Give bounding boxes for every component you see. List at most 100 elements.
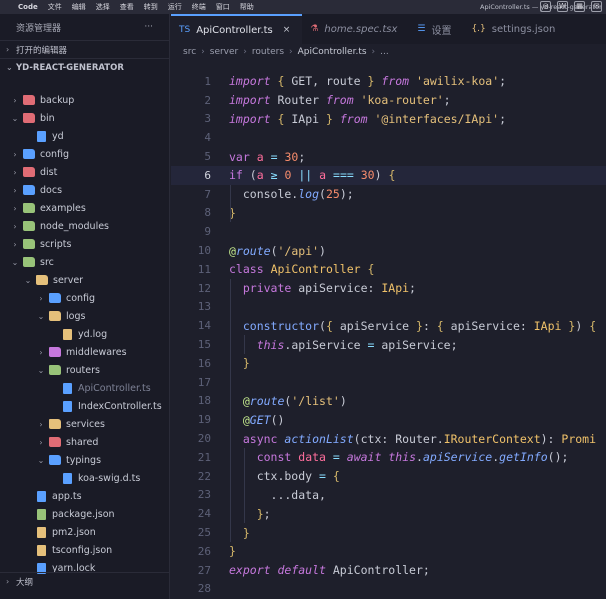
code-line[interactable]: 27 export default ApiController; — [171, 561, 606, 580]
tree-folder[interactable]: › config — [0, 145, 170, 163]
tree-file[interactable]: IndexController.ts — [0, 397, 170, 415]
code-line[interactable]: 7 console.log(25); — [171, 185, 606, 204]
code-line[interactable]: 21 const data = await this.apiService.ge… — [171, 448, 606, 467]
tree-folder[interactable]: › docs — [0, 181, 170, 199]
tree-file[interactable]: yd — [0, 127, 170, 145]
code-line[interactable]: 9 — [171, 222, 606, 241]
close-icon[interactable]: × — [283, 25, 291, 35]
code-line[interactable]: 4 — [171, 128, 606, 147]
code-line[interactable]: 5 var a = 30; — [171, 147, 606, 166]
tree-folder[interactable]: › backup — [0, 91, 170, 109]
tab-settings-json[interactable]: {.} settings.json — [463, 14, 567, 44]
code-line[interactable]: 18 @route('/list') — [171, 392, 606, 411]
indent-guide — [230, 278, 231, 542]
chevron-down-icon: ⌄ — [37, 455, 45, 465]
chevron-right-icon: › — [39, 437, 43, 447]
code-line[interactable]: 13 — [171, 298, 606, 317]
line-number: 19 — [197, 413, 211, 427]
tree-folder[interactable]: ⌄ logs — [0, 307, 170, 325]
menu-app-name[interactable]: Code — [18, 3, 38, 11]
menu-item[interactable]: 帮助 — [240, 2, 254, 12]
tree-folder[interactable]: › examples — [0, 199, 170, 217]
menu-item[interactable]: 终端 — [192, 2, 206, 12]
code-line[interactable]: 1 import { GET, route } from 'awilix-koa'… — [171, 72, 606, 91]
tab-apicontroller-ts[interactable]: TS ApiController.ts × — [171, 14, 303, 44]
code-line[interactable]: 20 async actionList(ctx: Router.IRouterC… — [171, 429, 606, 448]
code-line[interactable]: 10 @route('/api') — [171, 241, 606, 260]
code-line[interactable]: 15 this.apiService = apiService; — [171, 335, 606, 354]
tree-folder[interactable]: ⌄ src — [0, 253, 170, 271]
line-number: 20 — [197, 432, 211, 446]
tree-folder[interactable]: › node_modules — [0, 217, 170, 235]
menu-item[interactable]: 运行 — [168, 2, 182, 12]
tree-folder[interactable]: ⌄ routers — [0, 361, 170, 379]
mail-icon[interactable]: ✉ — [591, 1, 602, 12]
menu-item[interactable]: 文件 — [48, 2, 62, 12]
tree-folder[interactable]: ⌄ typings — [0, 451, 170, 469]
tree-folder[interactable]: ⌄ server — [0, 271, 170, 289]
menu-item[interactable]: 编辑 — [72, 2, 86, 12]
tree-file[interactable]: koa-swig.d.ts — [0, 469, 170, 487]
breadcrumb-item[interactable]: src — [183, 47, 196, 57]
tree-folder[interactable]: › middlewares — [0, 343, 170, 361]
code-line[interactable]: 14 constructor({ apiService }: { apiServ… — [171, 316, 606, 335]
tree-folder[interactable]: › shared — [0, 433, 170, 451]
tab--[interactable]: ☰ 设置 — [409, 14, 463, 44]
tree-file[interactable]: package.json — [0, 505, 170, 523]
file-icon — [37, 544, 46, 556]
breadcrumb: src › server › routers › ApiController.ts ›... — [171, 44, 606, 60]
breadcrumb-item[interactable]: server — [210, 47, 239, 57]
file-type-icon: ☰ — [417, 24, 426, 34]
word-icon[interactable]: W — [557, 1, 568, 12]
more-actions-icon[interactable]: ··· — [144, 22, 153, 32]
tree-folder[interactable]: ⌄ bin — [0, 109, 170, 127]
code-line[interactable]: 12 private apiService: IApi; — [171, 279, 606, 298]
menu-item[interactable]: 查看 — [120, 2, 134, 12]
code-text: const data = await this.apiService.getIn… — [256, 450, 569, 465]
code-line[interactable]: 2 import Router from 'koa-router'; — [171, 91, 606, 110]
line-number: 13 — [197, 300, 211, 314]
code-line[interactable]: 3 import { IApi } from '@interfaces/IApi'… — [171, 110, 606, 129]
code-line[interactable]: 26} — [171, 542, 606, 561]
breadcrumb-item[interactable]: routers — [252, 47, 284, 57]
line-number: 17 — [197, 375, 211, 389]
tree-file[interactable]: ApiController.ts — [0, 379, 170, 397]
tree-file[interactable]: tsconfig.json — [0, 541, 170, 559]
menu-item[interactable]: 选择 — [96, 2, 110, 12]
code-line[interactable]: 23 ...data, — [171, 486, 606, 505]
breadcrumb-item[interactable]: ApiController.ts — [298, 47, 367, 57]
line-number: 3 — [204, 112, 211, 126]
line-number: 24 — [197, 507, 211, 521]
tab-home-spec-tsx[interactable]: ⚗ home.spec.tsx — [302, 14, 409, 44]
code-line[interactable]: 11 class ApiController { — [171, 260, 606, 279]
tree-folder[interactable]: › dist — [0, 163, 170, 181]
menu-item[interactable]: 转到 — [144, 2, 158, 12]
code-line[interactable]: 24 }; — [171, 504, 606, 523]
project-section[interactable]: ⌄ YD-REACT-GENERATOR — [0, 58, 169, 76]
tree-folder[interactable]: › config — [0, 289, 170, 307]
code-line[interactable]: 6 if (a ≥ 0 || a === 30) { — [171, 166, 606, 185]
code-line[interactable]: 25 } — [171, 523, 606, 542]
screenshot-icon[interactable]: ◎ — [540, 1, 551, 12]
menu-item[interactable]: 窗口 — [216, 2, 230, 12]
breadcrumb-item[interactable]: ... — [380, 47, 389, 57]
grid-icon[interactable]: ▦ — [574, 1, 585, 12]
line-number: 27 — [197, 563, 211, 577]
code-text: export default ApiController; — [229, 563, 430, 578]
tree-file[interactable]: app.ts — [0, 487, 170, 505]
code-line[interactable]: 28 — [171, 580, 606, 599]
file-icon — [37, 508, 46, 520]
code-line[interactable]: 19 @GET() — [171, 410, 606, 429]
code-line[interactable]: 22 ctx.body = { — [171, 467, 606, 486]
code-line[interactable]: 8} — [171, 204, 606, 223]
tree-folder[interactable]: › scripts — [0, 235, 170, 253]
code-line[interactable]: 17 — [171, 373, 606, 392]
file-icon — [63, 328, 72, 340]
line-number: 5 — [204, 150, 211, 164]
tree-file[interactable]: yd.log — [0, 325, 170, 343]
code-line[interactable]: 16 } — [171, 354, 606, 373]
outline-section[interactable]: › 大纲 — [0, 572, 170, 590]
tree-file[interactable]: pm2.json — [0, 523, 170, 541]
tree-folder[interactable]: › services — [0, 415, 170, 433]
open-editors-section[interactable]: › 打开的编辑器 — [0, 40, 169, 58]
